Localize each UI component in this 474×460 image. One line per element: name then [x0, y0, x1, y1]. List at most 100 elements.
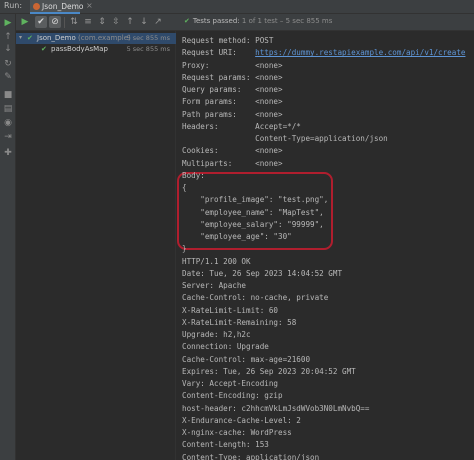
console-line: Request params: <none> [182, 72, 283, 84]
next-icon[interactable]: ↓ [138, 16, 150, 28]
stop-icon[interactable]: ■ [3, 90, 13, 100]
rerun-icon[interactable]: ▶ [19, 16, 31, 28]
sort-duration-icon[interactable]: ≡ [82, 16, 94, 28]
up-icon[interactable]: ↑ [3, 32, 13, 42]
console-line-text: Connection: Upgrade [182, 342, 269, 352]
console-line-text: { [182, 183, 187, 192]
previous-icon[interactable]: ↑ [124, 16, 136, 28]
console-line: Path params: <none> [182, 109, 283, 121]
expand-all-icon[interactable]: ⇕ [96, 16, 108, 28]
console-line: "employee_name": "MapTest", [182, 207, 324, 219]
console-line-text: Content-Encoding: gzip [182, 391, 283, 401]
console-line: Content-Length: 153 [182, 439, 269, 451]
chevron-down-icon[interactable]: ▾ [19, 34, 22, 41]
console-line-text: Request params: <none> [182, 72, 283, 82]
status-passed-label: Tests passed: [192, 17, 240, 25]
tree-item-label: Json_Demo (com.example) [37, 34, 131, 42]
console-output[interactable]: Request method: POST Request URI: https:/… [177, 31, 474, 460]
console-line: "employee_age": "30" [182, 231, 292, 243]
console-line-text: Cache-Control: no-cache, private [182, 293, 329, 303]
tree-item-passbodyasmap[interactable]: ✔ passBodyAsMap 5 sec 855 ms [16, 44, 176, 55]
console-line: Vary: Accept-Encoding [182, 378, 278, 390]
console-line-text: Vary: Accept-Encoding [182, 379, 279, 388]
tree-item-name: passBodyAsMap [51, 45, 108, 53]
run-icon[interactable]: ▶ [3, 18, 13, 28]
console-line-text: Multiparts: <none> [182, 158, 283, 168]
tree-item-name: Json_Demo [37, 34, 76, 42]
console-line-text: Expires: Tue, 26 Sep 2023 20:04:52 GMT [182, 366, 356, 376]
passed-check-icon: ✔ [41, 45, 47, 53]
console-line: Headers: Accept=*/* [182, 121, 301, 133]
console-line: Proxy: <none> [182, 60, 283, 72]
tree-item-json-demo[interactable]: ▾ ✔ Json_Demo (com.example) 5 sec 855 ms [16, 33, 176, 44]
console-line: Server: Apache [182, 280, 246, 292]
console-line-text: Path params: <none> [182, 109, 283, 119]
console-line: "employee_salary": "99999", [182, 219, 323, 231]
rerun-failed-icon[interactable]: ↻ [3, 59, 13, 69]
tree-item-duration: 5 sec 855 ms [126, 45, 170, 53]
layout-icon[interactable]: ▤ [3, 104, 13, 114]
console-line: host-header: c2hhcmVkLmJsdWVob3N0LmNvbQ=… [182, 403, 369, 415]
console-line-text: Body: [182, 170, 205, 180]
close-icon[interactable]: × [86, 1, 93, 10]
show-ignored-icon[interactable]: ⊘ [49, 16, 61, 28]
wrench-icon[interactable]: ✎ [3, 72, 13, 82]
console-line-text: Query params: <none> [182, 85, 283, 94]
console-line: Connection: Upgrade [182, 341, 269, 353]
console-line: Cache-Control: no-cache, private [182, 292, 328, 304]
down-icon[interactable]: ↓ [3, 44, 13, 54]
run-label: Run: [4, 1, 23, 10]
console-line: Content-Encoding: gzip [182, 390, 283, 402]
left-toolbar: ▶ ↑ ↓ ↻ ✎ ■ ▤ ◉ ⇥ ✚ [0, 14, 16, 460]
test-toolbar: ✔ Tests passed: 1 of 1 test – 5 sec 855 m… [16, 14, 474, 31]
console-line-text: Form params: <none> [182, 97, 283, 107]
console-line-text: X-nginx-cache: WordPress [182, 428, 292, 437]
console-line: Content-Type: application/json [182, 452, 319, 460]
console-line-text: Content-Type: application/json [182, 452, 320, 460]
console-line-text: X-Endurance-Cache-Level: 2 [182, 415, 301, 425]
console-line-text: Cache-Control: max-age=21600 [182, 354, 311, 364]
camera-icon[interactable]: ◉ [3, 118, 13, 128]
console-line-text: "employee_name": "MapTest", [182, 207, 324, 217]
tab-label: Json_Demo [42, 2, 84, 11]
console-line-text: Content-Length: 153 [182, 440, 269, 450]
console-line: X-Endurance-Cache-Level: 2 [182, 415, 301, 427]
console-line-text: host-header: c2hhcmVkLmJsdWVob3N0LmNvbQ=… [182, 403, 370, 413]
console-line-text: "employee_age": "30" [182, 232, 292, 241]
console-line: Date: Tue, 26 Sep 2023 14:04:52 GMT [182, 268, 342, 280]
console-line-text: Proxy: <none> [182, 60, 283, 70]
console-line-text: X-RateLimit-Remaining: 58 [182, 317, 297, 327]
pin-icon[interactable]: ✚ [3, 148, 13, 158]
export-icon[interactable]: ↗ [152, 16, 164, 28]
console-line-text: Upgrade: h2,h2c [182, 330, 251, 339]
test-tree: ▾ ✔ Json_Demo (com.example) 5 sec 855 ms… [16, 31, 176, 460]
console-line-text: Headers: Accept=*/* [182, 121, 301, 131]
console-line: X-nginx-cache: WordPress [182, 427, 292, 439]
run-tab-bar: Run: Json_Demo × [0, 0, 474, 14]
test-status: ✔ Tests passed: 1 of 1 test – 5 sec 855 m… [184, 17, 332, 25]
console-line: { [182, 182, 187, 194]
console-line-text: Request URI: [182, 48, 256, 58]
console-line: HTTP/1.1 200 OK [182, 256, 251, 268]
console-line-text: X-RateLimit-Limit: 60 [182, 305, 279, 315]
console-line: Cookies: <none> [182, 145, 283, 157]
console-line: Body: [182, 170, 205, 182]
console-line: "profile_image": "test.png", [182, 194, 328, 206]
sort-alpha-icon[interactable]: ⇅ [68, 16, 80, 28]
console-line: Expires: Tue, 26 Sep 2023 20:04:52 GMT [182, 366, 356, 378]
console-line-text: Cookies: <none> [182, 146, 283, 156]
console-line: Request method: POST [182, 35, 273, 47]
passed-check-icon: ✔ [184, 17, 190, 25]
console-line-text: Request method: POST [182, 36, 274, 45]
show-passed-icon[interactable]: ✔ [35, 16, 47, 28]
console-line-text: } [182, 244, 187, 254]
console-line: Query params: <none> [182, 84, 283, 96]
collapse-all-icon[interactable]: ⇳ [110, 16, 122, 28]
tab-json-demo[interactable]: Json_Demo [30, 0, 84, 14]
console-line: Cache-Control: max-age=21600 [182, 354, 310, 366]
request-uri-link[interactable]: https://dummy.restapiexample.com/api/v1/… [255, 48, 465, 57]
console-line-text: Content-Type=application/json [182, 134, 388, 143]
console-line: X-RateLimit-Limit: 60 [182, 305, 278, 317]
tree-item-package: (com.example) [75, 34, 131, 42]
exit-icon[interactable]: ⇥ [3, 132, 13, 142]
